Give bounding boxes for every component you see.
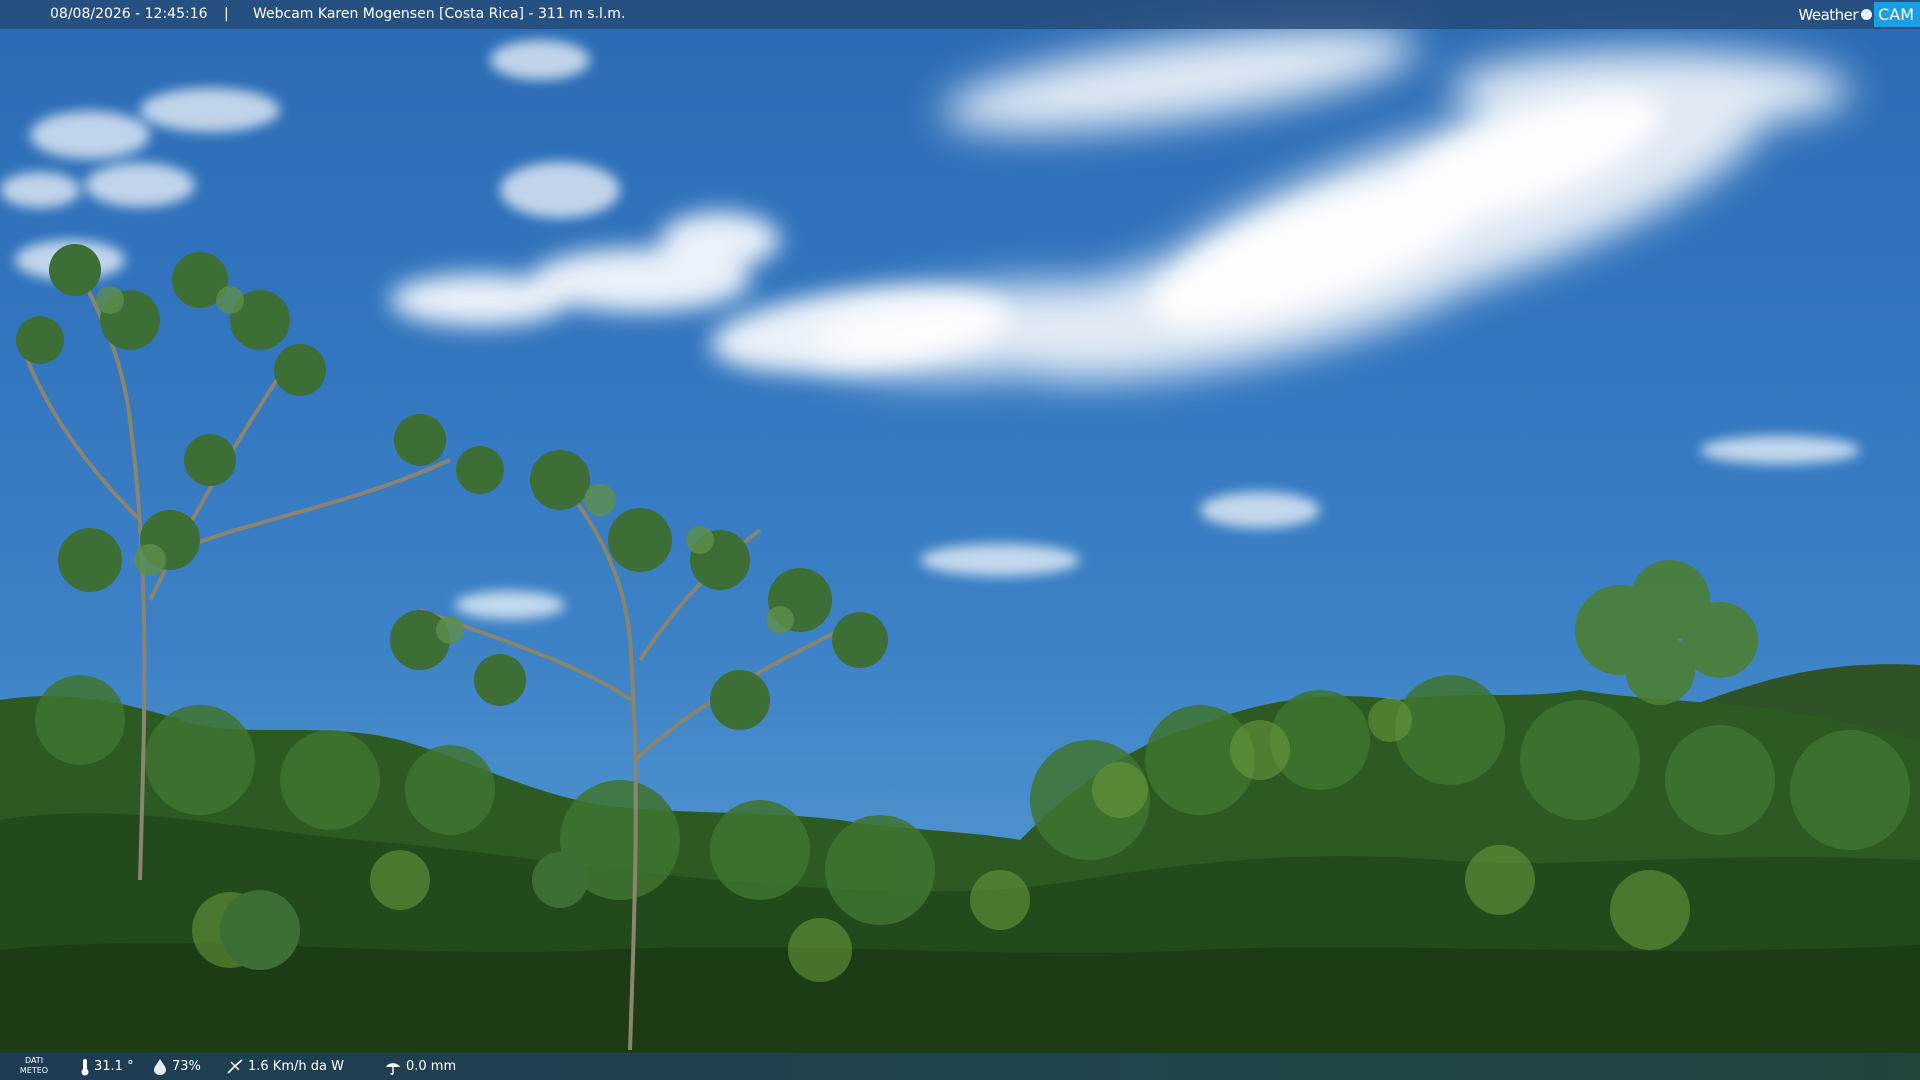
- separator: |: [224, 6, 229, 22]
- humidity-reading: 73%: [152, 1053, 201, 1080]
- meteo-label-line2: METEO: [19, 1066, 49, 1075]
- meteo-data-bar: DATI METEO 31.1 ° 73% 1.6 Km/h da W 0.0 …: [0, 1053, 1920, 1080]
- logo-cam-text: CAM: [1874, 2, 1920, 27]
- droplet-icon: [154, 1058, 166, 1075]
- logo-weather-text: Weather: [1798, 5, 1859, 24]
- info-overlay-top: 08/08/2026 - 12:45:16 | Webcam Karen Mog…: [0, 0, 1920, 29]
- humidity-value: 73%: [172, 1059, 201, 1074]
- rain-reading: 0.0 mm: [384, 1053, 456, 1080]
- rain-icon: [386, 1062, 400, 1075]
- thermometer-icon: [81, 1058, 89, 1075]
- webcam-title: Webcam Karen Mogensen [Costa Rica] - 311…: [253, 6, 626, 22]
- timestamp: 08/08/2026 - 12:45:16: [50, 6, 208, 22]
- temperature-reading: 31.1 °: [80, 1053, 134, 1080]
- weathercam-logo: Weather CAM: [1798, 2, 1920, 27]
- wind-reading: 1.6 Km/h da W: [226, 1053, 344, 1080]
- meteo-label-line1: DATI: [24, 1056, 44, 1065]
- webcam-scene: [0, 0, 1920, 1080]
- wind-icon: [227, 1058, 243, 1074]
- logo-dot-icon: [1861, 9, 1873, 20]
- rain-value: 0.0 mm: [406, 1059, 457, 1074]
- temperature-value: 31.1 °: [94, 1059, 134, 1074]
- meteo-label: DATI METEO: [16, 1056, 52, 1076]
- forest: [0, 244, 1920, 1080]
- wind-value: 1.6 Km/h da W: [248, 1059, 344, 1074]
